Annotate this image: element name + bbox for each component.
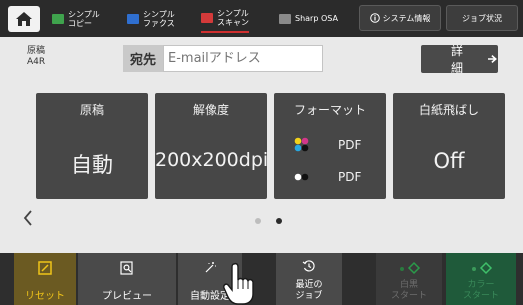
- mono-start-button[interactable]: 白黒 スタート: [376, 253, 442, 305]
- blank-skip-setting-card[interactable]: 白紙飛ばし Off: [393, 93, 505, 199]
- tab-label: シンプル コピー: [68, 9, 100, 28]
- history-icon: [302, 260, 315, 272]
- color-start-label-line1: カラー: [467, 280, 495, 290]
- system-info-label: システム情報: [382, 13, 431, 23]
- resolution-setting-card[interactable]: 解像度 200x200dpi: [155, 93, 269, 199]
- color-start-button[interactable]: カラー スタート: [446, 253, 516, 305]
- fax-icon: [127, 13, 139, 24]
- job-status-label: ジョブ状況: [462, 13, 502, 23]
- preview-label: プレビュー: [102, 291, 152, 302]
- card-title: 白紙飛ばし: [418, 103, 479, 117]
- recent-jobs-button[interactable]: 最近の ジョブ: [276, 253, 342, 305]
- tab-label: シンプル ファクス: [143, 9, 175, 28]
- info-icon: [369, 13, 380, 23]
- mono-start-icon: [400, 261, 421, 275]
- tab-simple-fax[interactable]: シンプル ファクス: [127, 4, 175, 33]
- original-size: A4R: [27, 57, 46, 67]
- color-start-label-line2: スタート: [462, 291, 499, 301]
- tab-simple-copy[interactable]: シンプル コピー: [52, 4, 100, 33]
- tab-sharp-osa[interactable]: Sharp OSA: [279, 4, 338, 33]
- mono-start-label-line2: スタート: [390, 291, 427, 301]
- scan-icon: [201, 12, 213, 23]
- card-title: フォーマット: [293, 103, 366, 117]
- original-setting-card[interactable]: 原稿 自動: [36, 93, 148, 199]
- home-button[interactable]: [8, 6, 40, 32]
- home-icon: [16, 12, 32, 26]
- mono-format-row: PDF: [292, 169, 361, 185]
- reset-label: リセット: [25, 291, 65, 302]
- osa-icon: [279, 13, 291, 24]
- preview-icon: [120, 261, 133, 275]
- tab-label: シンプル スキャン: [217, 8, 249, 27]
- recent-jobs-label-line2: ジョブ: [295, 291, 323, 301]
- mono-format-value: PDF: [338, 170, 362, 184]
- copy-icon: [52, 13, 64, 24]
- reset-button[interactable]: リセット: [14, 253, 76, 305]
- previous-page-button[interactable]: [23, 210, 33, 231]
- email-address-input[interactable]: [163, 45, 323, 72]
- tab-simple-scan[interactable]: シンプル スキャン: [201, 4, 249, 33]
- format-setting-card[interactable]: フォーマット PDF PDF: [274, 93, 386, 199]
- color-dots-icon: [294, 137, 309, 152]
- top-tab-bar: シンプル コピー シンプル ファクス シンプル スキャン Sharp OSA シ…: [0, 0, 523, 37]
- recent-jobs-label-line1: 最近の: [295, 280, 323, 290]
- original-label: 原稿: [27, 46, 46, 56]
- color-format-value: PDF: [338, 138, 362, 152]
- color-start-icon: [472, 261, 493, 275]
- arrow-right-icon: [488, 55, 498, 63]
- card-title: 解像度: [192, 103, 229, 117]
- job-status-button[interactable]: ジョブ状況: [446, 5, 518, 31]
- chevron-left-icon: [23, 210, 32, 226]
- page-indicator-dot: [255, 218, 261, 224]
- card-value: 自動: [71, 153, 113, 177]
- card-title: 原稿: [79, 103, 104, 117]
- preview-button[interactable]: プレビュー: [78, 253, 176, 305]
- color-format-row: PDF: [292, 137, 361, 153]
- page-indicator-dot-active: [276, 218, 282, 224]
- tab-label: Sharp OSA: [295, 14, 338, 23]
- detail-label: 詳細: [451, 44, 464, 75]
- simple-scan-screen: シンプル コピー シンプル ファクス シンプル スキャン Sharp OSA シ…: [0, 0, 523, 305]
- original-size-info: 原稿 A4R: [27, 46, 45, 68]
- magic-wand-icon: [205, 262, 216, 273]
- reset-icon: [38, 261, 52, 275]
- detail-button[interactable]: 詳細: [421, 44, 498, 75]
- hand-pointer-icon: [223, 262, 254, 305]
- system-info-button[interactable]: システム情報: [359, 5, 441, 31]
- card-value: 200x200dpi: [155, 149, 269, 171]
- mono-start-label-line1: 白黒: [399, 280, 418, 290]
- mono-dots-icon: [294, 173, 309, 181]
- card-value: Off: [433, 149, 465, 173]
- destination-button[interactable]: 宛先: [123, 45, 163, 72]
